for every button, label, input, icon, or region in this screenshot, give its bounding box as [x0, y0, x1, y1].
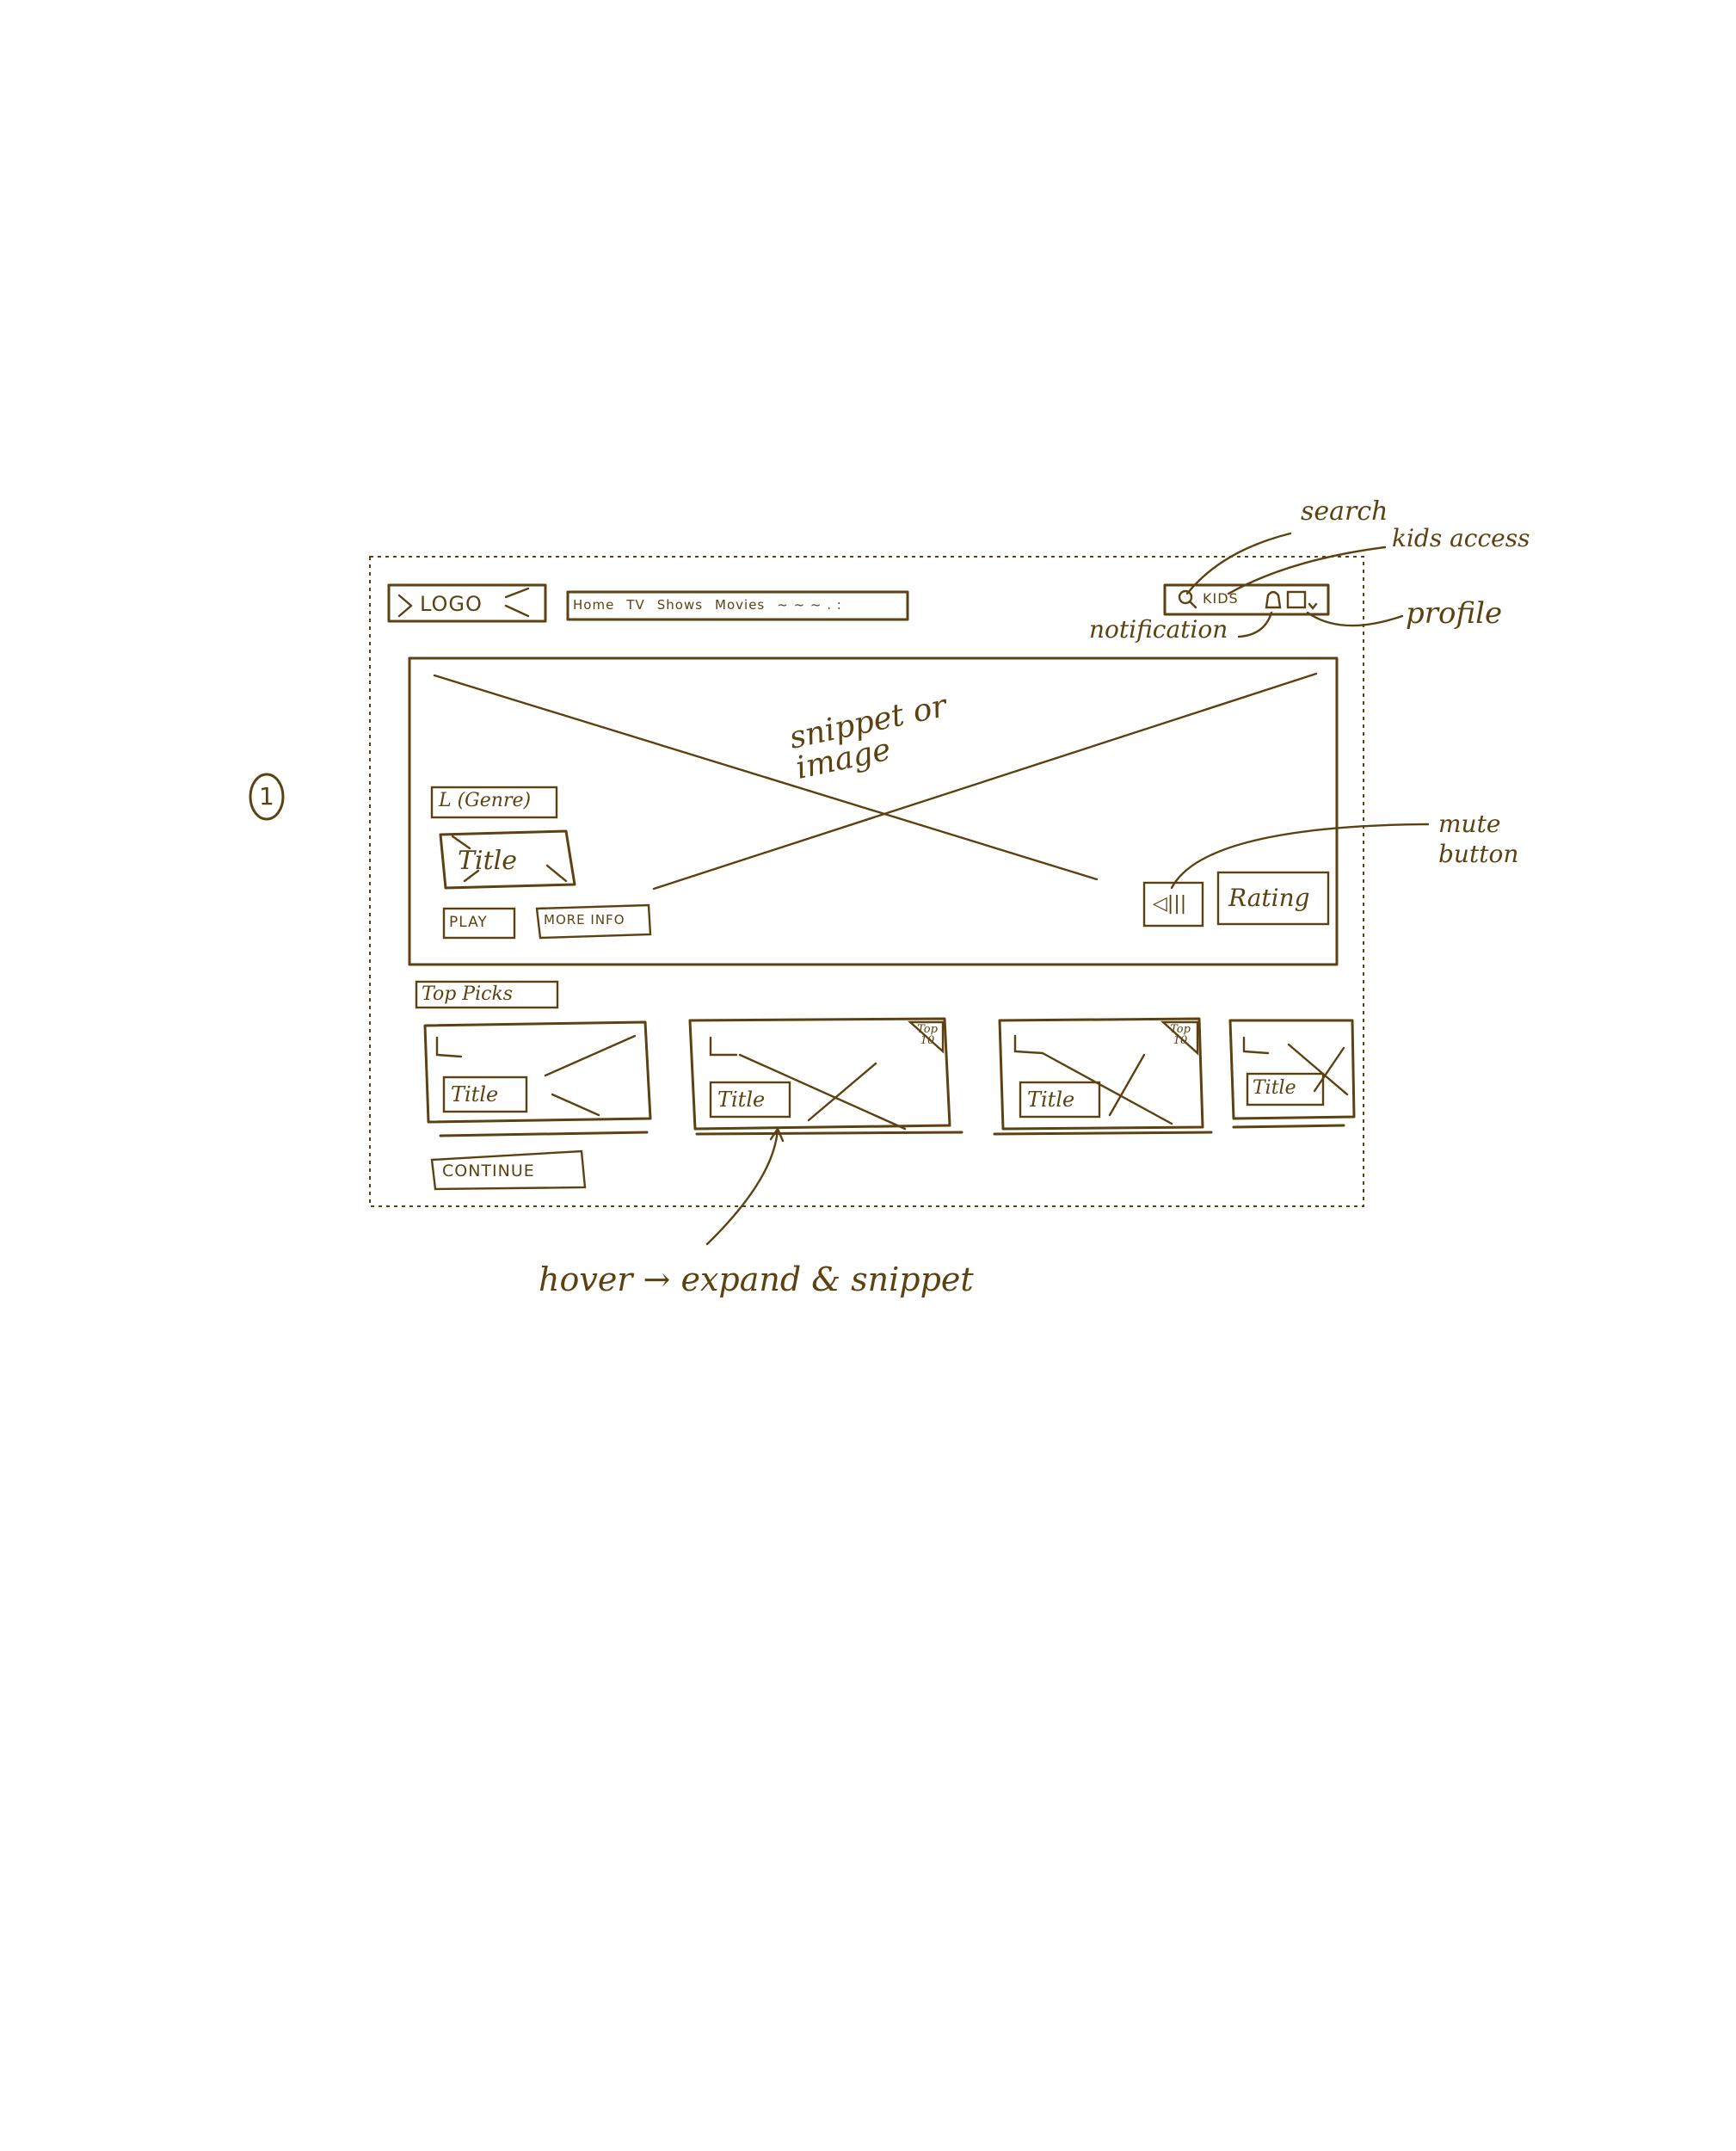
hero-genre: L (Genre)	[439, 790, 532, 811]
annotation-mute-button: mute button	[1438, 810, 1519, 868]
card-2-box	[688, 1017, 951, 1131]
mute-button[interactable]: ◁|||	[1153, 895, 1186, 914]
card-3-title[interactable]: Title	[1027, 1089, 1074, 1110]
nav-tv-link[interactable]: TV	[626, 599, 644, 612]
annotation-profile: profile	[1406, 596, 1503, 631]
annotation-notification: notification	[1089, 615, 1228, 644]
wireframe-sketch	[249, 532, 1430, 1246]
kids-link[interactable]: KIDS	[1203, 592, 1239, 606]
kids-access-leader	[1227, 545, 1387, 595]
card-3-badge-label: Top 10	[1170, 1023, 1191, 1047]
card-2-badge-label: Top 10	[917, 1023, 938, 1047]
card-1-title[interactable]: Title	[451, 1084, 498, 1105]
mute-button-leader	[1170, 823, 1430, 890]
top-picks-heading: Top Picks	[422, 983, 514, 1005]
nav-more-link[interactable]: ~ ~ ~ . :	[777, 599, 842, 612]
annotation-search: search	[1301, 496, 1388, 527]
card-1-box	[423, 1020, 652, 1124]
logo-label[interactable]: LOGO	[420, 594, 483, 614]
nav-home-link[interactable]: Home	[573, 599, 614, 612]
play-button[interactable]: PLAY	[449, 915, 488, 930]
page-number: 1	[259, 782, 274, 810]
nav-movies-link[interactable]: Movies	[715, 599, 765, 612]
nav-shows-link[interactable]: Shows	[657, 599, 703, 612]
continue-button[interactable]: CONTINUE	[442, 1163, 535, 1180]
wireframe-frame	[369, 556, 1364, 1207]
card-4-title[interactable]: Title	[1253, 1079, 1296, 1098]
rating-label: Rating	[1228, 884, 1310, 912]
hero-title: Title	[458, 846, 518, 876]
profile-avatar-icon	[1286, 590, 1307, 609]
hero-cross-line-b	[652, 672, 1318, 891]
hover-leader	[705, 1127, 779, 1246]
annotation-hover: hover → expand & snippet	[539, 1260, 974, 1298]
bell-icon	[1265, 590, 1282, 609]
nav-items: Home TV Shows Movies ~ ~ ~ . :	[573, 599, 842, 612]
chevron-down-icon	[1308, 602, 1318, 610]
card-2-title[interactable]: Title	[717, 1089, 765, 1110]
notification-leader	[1237, 611, 1273, 638]
more-info-button[interactable]: MORE INFO	[544, 914, 625, 927]
annotation-kids-access: kids access	[1392, 524, 1530, 552]
